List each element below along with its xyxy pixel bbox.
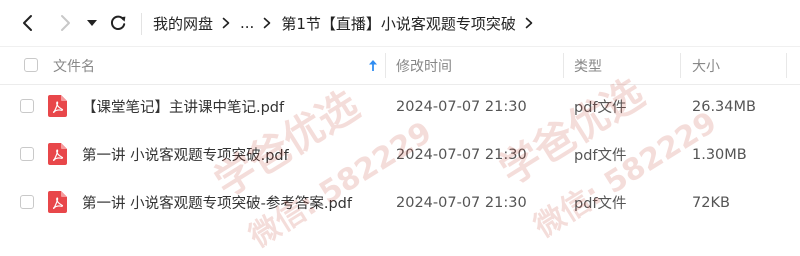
file-name[interactable]: 第一讲 小说客观题专项突破.pdf xyxy=(82,131,289,178)
file-name[interactable]: 第一讲 小说客观题专项突破-参考答案.pdf xyxy=(82,179,352,226)
caret-down-icon xyxy=(87,20,97,26)
pdf-icon xyxy=(48,143,67,165)
breadcrumb-separator-icon xyxy=(263,17,271,29)
modified-time: 2024-07-07 21:30 xyxy=(396,194,527,211)
chevron-left-icon xyxy=(23,15,32,31)
column-separator[interactable] xyxy=(786,53,787,78)
column-header-name-label: 文件名 xyxy=(53,58,95,75)
table-header: 文件名 修改时间 类型 大小 xyxy=(0,46,800,85)
file-size: 26.34MB xyxy=(692,98,756,115)
table-row[interactable]: 【课堂笔记】主讲课中笔记.pdf 2024-07-07 21:30 pdf文件 … xyxy=(0,83,800,130)
pdf-icon xyxy=(48,95,67,117)
breadcrumb-current[interactable]: 第1节【直播】小说客观题专项突破 xyxy=(281,13,516,34)
sort-up-arrow-icon[interactable] xyxy=(368,59,378,72)
breadcrumb: 我的网盘 ... 第1节【直播】小说客观题专项突破 xyxy=(153,11,543,35)
file-name[interactable]: 【课堂笔记】主讲课中笔记.pdf xyxy=(82,83,284,130)
toolbar: 我的网盘 ... 第1节【直播】小说客观题专项突破 xyxy=(0,0,800,46)
back-button[interactable] xyxy=(15,9,41,37)
column-separator[interactable] xyxy=(385,53,386,78)
column-separator[interactable] xyxy=(563,53,564,78)
column-header-modified[interactable]: 修改时间 xyxy=(396,47,452,84)
column-header-type-label: 类型 xyxy=(574,58,602,75)
modified-time: 2024-07-07 21:30 xyxy=(396,146,527,163)
table-row[interactable]: 第一讲 小说客观题专项突破-参考答案.pdf 2024-07-07 21:30 … xyxy=(0,179,800,226)
chevron-right-icon xyxy=(61,15,70,31)
column-header-modified-label: 修改时间 xyxy=(396,58,452,75)
column-header-type[interactable]: 类型 xyxy=(574,47,602,84)
refresh-button[interactable] xyxy=(105,9,131,37)
row-checkbox[interactable] xyxy=(20,147,34,161)
forward-button[interactable] xyxy=(52,9,78,37)
file-size: 72KB xyxy=(692,194,730,211)
column-header-size-label: 大小 xyxy=(692,58,720,75)
modified-time: 2024-07-07 21:30 xyxy=(396,98,527,115)
breadcrumb-separator-icon xyxy=(222,17,230,29)
toolbar-divider xyxy=(141,13,142,35)
breadcrumb-separator-icon xyxy=(525,17,533,29)
history-dropdown-button[interactable] xyxy=(82,9,102,37)
column-header-name[interactable]: 文件名 xyxy=(53,47,383,84)
select-all-checkbox[interactable] xyxy=(24,58,38,72)
file-type: pdf文件 xyxy=(574,148,627,164)
file-type: pdf文件 xyxy=(574,100,627,116)
file-type: pdf文件 xyxy=(574,196,627,212)
pdf-icon xyxy=(48,191,67,213)
refresh-icon xyxy=(110,15,126,30)
breadcrumb-root[interactable]: 我的网盘 xyxy=(153,13,213,34)
table-row[interactable]: 第一讲 小说客观题专项突破.pdf 2024-07-07 21:30 pdf文件… xyxy=(0,131,800,178)
breadcrumb-ellipsis[interactable]: ... xyxy=(240,14,254,32)
row-checkbox[interactable] xyxy=(20,99,34,113)
column-separator[interactable] xyxy=(680,53,681,78)
row-checkbox[interactable] xyxy=(20,195,34,209)
column-header-size[interactable]: 大小 xyxy=(692,47,720,84)
file-size: 1.30MB xyxy=(692,146,747,163)
